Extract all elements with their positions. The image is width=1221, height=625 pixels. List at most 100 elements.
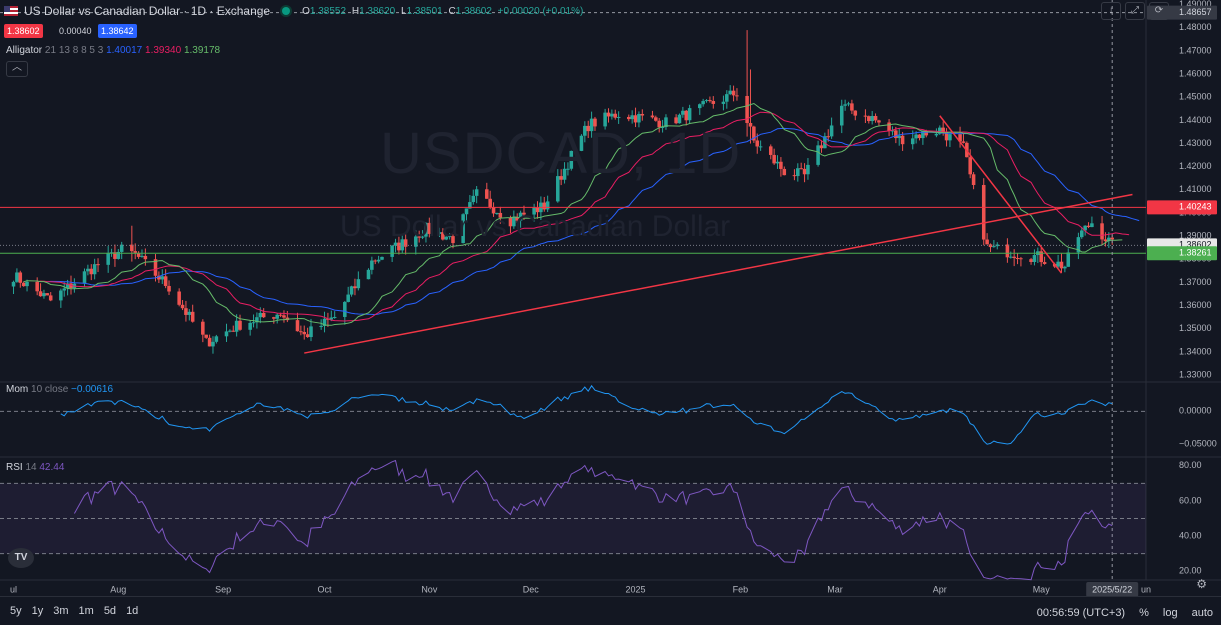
candle-body: [853, 110, 858, 116]
candle-body: [968, 157, 972, 175]
candle-body: [204, 334, 208, 338]
candle-body: [258, 312, 263, 318]
candle-body: [1015, 258, 1020, 260]
candle-body: [485, 189, 489, 199]
symbol-title[interactable]: US Dollar vs Canadian Dollar · 1D · Exch…: [24, 4, 270, 18]
candle-body: [606, 112, 611, 117]
candle-body: [894, 130, 898, 139]
ohlc-values: O1.38552 H1.38620 L1.38501 C1.38602 +0.0…: [302, 5, 584, 17]
ask-price-box[interactable]: 1.38642: [98, 24, 137, 38]
candle-body: [309, 326, 313, 338]
candle-body: [775, 161, 780, 164]
candle-body: [21, 282, 26, 287]
candle-body: [897, 135, 901, 139]
auto-toggle[interactable]: auto: [1192, 607, 1213, 619]
candle-body: [721, 101, 726, 104]
support-price-label: 1.38261: [1179, 248, 1212, 258]
settings-gear-icon[interactable]: ⚙: [1196, 577, 1207, 591]
symbol-watermark: USDCAD, 1D: [380, 121, 742, 186]
candle-body: [735, 95, 739, 97]
candle-body: [687, 108, 692, 121]
tradingview-logo-icon[interactable]: TV: [8, 548, 34, 568]
candle-body: [130, 244, 134, 252]
time-axis-label: un: [1141, 584, 1151, 594]
candle-body: [190, 311, 195, 322]
candle-body: [48, 295, 53, 301]
candle-body: [948, 134, 952, 141]
candle-body: [82, 271, 87, 284]
time-axis-label: Aug: [110, 584, 126, 594]
candle-body: [711, 101, 716, 104]
candle-body: [616, 116, 621, 118]
candle-body: [231, 330, 236, 332]
candle-body: [224, 331, 229, 337]
candle-body: [160, 276, 165, 280]
time-axis-label: Nov: [421, 584, 438, 594]
percent-toggle[interactable]: %: [1139, 607, 1149, 619]
price-tick-label: 1.41000: [1179, 184, 1212, 194]
candle-body: [796, 168, 800, 177]
candle-body: [140, 255, 144, 257]
timeframe-1d[interactable]: 1d: [126, 605, 138, 617]
chart-canvas[interactable]: 1.490001.480001.470001.460001.450001.440…: [0, 0, 1221, 625]
candle-body: [1005, 244, 1010, 258]
mom-legend[interactable]: Mom 10 close −0.00616: [6, 384, 113, 395]
clock-timezone[interactable]: 00:56:59 (UTC+3): [1037, 607, 1125, 619]
candle-body: [961, 141, 966, 143]
candle-body: [89, 268, 94, 275]
alligator-legend[interactable]: Alligator 21 13 8 8 5 3 1.40017 1.39340 …: [6, 45, 220, 56]
candle-body: [356, 279, 361, 289]
candle-body: [143, 255, 148, 260]
candle-body: [207, 337, 212, 347]
candle-body: [45, 293, 50, 296]
price-tick-label: 1.33000: [1179, 369, 1212, 379]
candle-body: [910, 138, 915, 145]
candle-body: [681, 110, 685, 115]
candle-body: [887, 122, 891, 132]
candle-body: [944, 133, 949, 141]
candle-body: [390, 245, 394, 257]
candle-body: [1012, 256, 1016, 259]
candle-body: [18, 272, 23, 283]
candle-body: [1103, 239, 1108, 242]
refresh-icon[interactable]: ⟳: [1149, 2, 1169, 20]
price-tick-label: 1.46000: [1179, 68, 1212, 78]
candle-body: [366, 269, 371, 280]
candle-body: [474, 189, 479, 196]
candle-body: [302, 331, 307, 335]
timeframe-1m[interactable]: 1m: [79, 605, 94, 617]
resistance-price-label: 1.40243: [1179, 202, 1212, 212]
bottom-right-controls: 00:56:59 (UTC+3) % log auto: [1037, 607, 1213, 619]
candle-body: [708, 100, 712, 102]
candle-body: [806, 164, 810, 175]
price-tick-label: 1.37000: [1179, 277, 1212, 287]
rsi-legend[interactable]: RSI 14 42.44: [6, 462, 64, 473]
log-toggle[interactable]: log: [1163, 607, 1178, 619]
candle-body: [1066, 252, 1071, 267]
timeframe-5y[interactable]: 5y: [10, 605, 22, 617]
mom-line: [60, 384, 1113, 445]
timeframe-1y[interactable]: 1y: [32, 605, 44, 617]
candle-body: [650, 115, 655, 118]
download-icon[interactable]: ↓: [1101, 2, 1121, 20]
spread-value: 0.00040: [59, 26, 92, 36]
timeframe-3m[interactable]: 3m: [53, 605, 68, 617]
fullscreen-icon[interactable]: ⤢: [1125, 2, 1145, 20]
candle-body: [627, 116, 631, 120]
candle-body: [630, 115, 634, 120]
candle-body: [180, 304, 185, 309]
candle-body: [86, 268, 90, 272]
candle-body: [843, 104, 847, 106]
name-watermark: US Dollar vs Canadian Dollar: [340, 210, 731, 243]
rsi-tick-label: 60.00: [1179, 495, 1202, 505]
candle-body: [1086, 225, 1091, 228]
time-axis-label: Oct: [318, 584, 333, 594]
collapse-legend-button[interactable]: ︿: [6, 61, 28, 77]
candle-body: [758, 146, 763, 148]
bid-price-box[interactable]: 1.38602: [4, 24, 43, 38]
candle-body: [238, 320, 242, 330]
time-axis-label: Apr: [933, 584, 947, 594]
timeframe-5d[interactable]: 5d: [104, 605, 116, 617]
price-tick-label: 1.34000: [1179, 346, 1212, 356]
candle-body: [792, 175, 797, 177]
